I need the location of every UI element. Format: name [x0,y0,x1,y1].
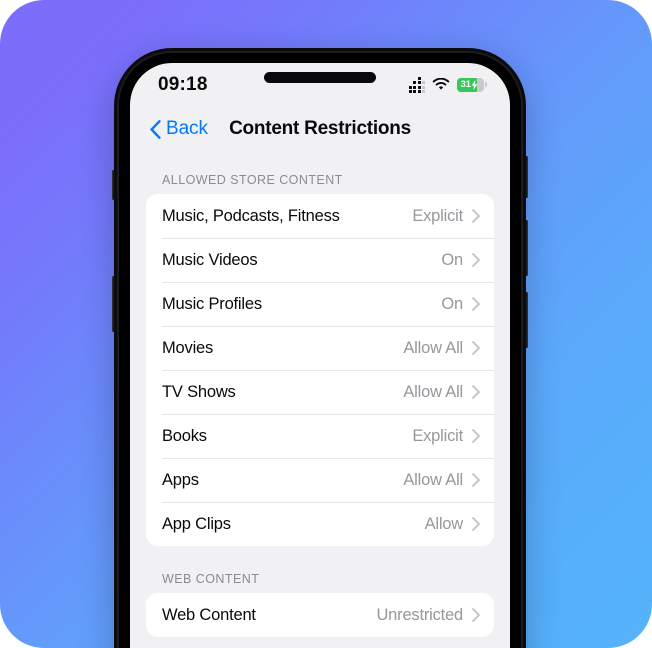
back-button-label: Back [166,118,208,139]
settings-list: ALLOWED STORE CONTENT Music, Podcasts, F… [130,151,510,637]
chevron-right-icon [472,209,480,223]
charging-bolt-icon [471,79,478,90]
list-item-apps[interactable]: Apps Allow All [146,458,494,502]
gradient-backdrop: 09:18 31 Back Content Restrictions ALLOW… [0,0,652,648]
list-item-label: TV Shows [162,382,236,401]
list-item-music-profiles[interactable]: Music Profiles On [146,282,494,326]
list-item-value: Allow All [403,382,463,401]
chevron-left-icon [150,119,161,139]
section-header-web-content: WEB CONTENT [162,572,260,586]
list-item-music-podcasts-fitness[interactable]: Music, Podcasts, Fitness Explicit [146,194,494,238]
battery-charging-icon: 31 [457,77,487,92]
silent-switch-button[interactable] [112,170,115,200]
section-card-allowed-store-content: Music, Podcasts, Fitness Explicit Music … [146,194,494,546]
list-item-label: Music Profiles [162,294,262,313]
list-item-music-videos[interactable]: Music Videos On [146,238,494,282]
chevron-right-icon [472,341,480,355]
list-item-label: Web Content [162,605,256,624]
back-button[interactable]: Back [150,118,208,140]
list-item-label: Apps [162,470,199,489]
list-item-value: Explicit [412,206,463,225]
chevron-right-icon [472,473,480,487]
list-item-web-content[interactable]: Web Content Unrestricted [146,593,494,637]
volume-down-button[interactable] [525,292,528,348]
battery-percent-label: 31 [460,79,471,91]
cellular-signal-icon [408,76,425,94]
list-item-movies[interactable]: Movies Allow All [146,326,494,370]
status-bar-icons: 31 [408,76,487,94]
list-item-value: Allow [424,514,464,533]
list-item-label: App Clips [162,514,231,533]
chevron-right-icon [472,253,480,267]
list-item-value: On [441,250,463,269]
chevron-right-icon [472,385,480,399]
list-item-label: Movies [162,338,214,357]
list-item-value: Allow All [403,470,463,489]
wifi-icon [432,78,450,91]
volume-up-button[interactable] [525,220,528,276]
chevron-right-icon [472,517,480,531]
list-item-value: Explicit [412,426,463,445]
status-bar-clock: 09:18 [158,74,208,95]
list-item-value: Unrestricted [376,605,463,624]
chevron-right-icon [472,608,480,622]
section-header-allowed-store-content: ALLOWED STORE CONTENT [162,173,343,187]
list-item-app-clips[interactable]: App Clips Allow [146,502,494,546]
list-item-value: On [441,294,463,313]
list-item-tv-shows[interactable]: TV Shows Allow All [146,370,494,414]
section-card-web-content: Web Content Unrestricted [146,593,494,637]
list-item-value: Allow All [403,338,463,357]
chevron-right-icon [472,429,480,443]
phone-device-frame: 09:18 31 Back Content Restrictions ALLOW… [112,48,528,648]
dynamic-island [264,72,376,83]
phone-screen: 09:18 31 Back Content Restrictions ALLOW… [130,63,510,648]
list-item-label: Music Videos [162,250,258,269]
status-bar: 09:18 31 [130,63,510,107]
list-item-label: Books [162,426,207,445]
navigation-bar: Back Content Restrictions [130,107,510,151]
left-side-button[interactable] [112,276,115,332]
chevron-right-icon [472,297,480,311]
power-button[interactable] [525,156,528,198]
list-item-books[interactable]: Books Explicit [146,414,494,458]
list-item-label: Music, Podcasts, Fitness [162,206,340,225]
